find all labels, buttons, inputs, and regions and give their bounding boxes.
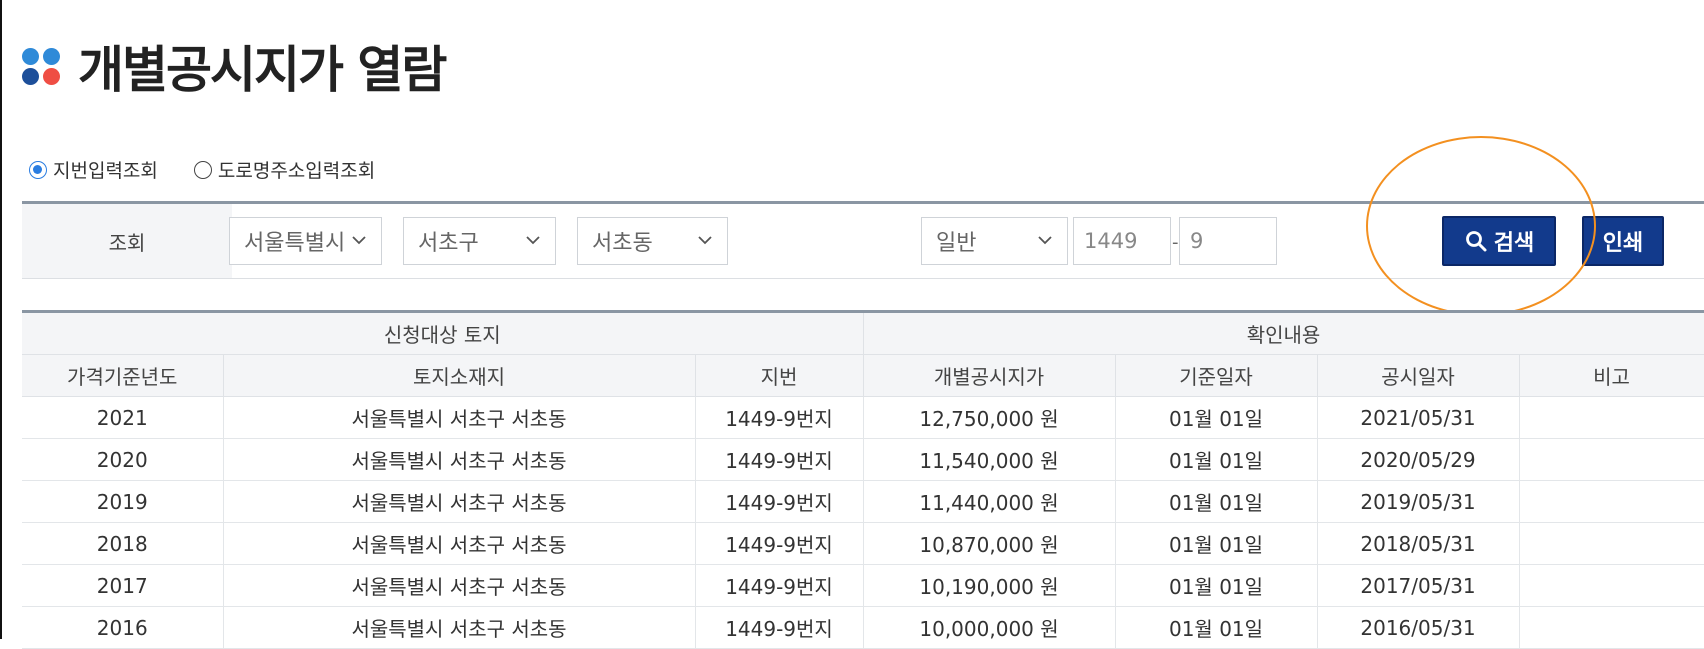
table-cell: 10,000,000 원 [862, 606, 1116, 649]
table-cell: 서울특별시 서초구 서초동 [222, 438, 696, 481]
dong-select-value: 서초동 [592, 231, 653, 256]
table-cell [1518, 396, 1704, 439]
table-cell: 2017/05/31 [1316, 564, 1520, 607]
dong-select[interactable]: 서초동 [577, 217, 728, 265]
table-cell: 10,190,000 원 [862, 564, 1116, 607]
radio-label: 지번입력조회 [53, 160, 158, 182]
district-select-value: 서초구 [418, 231, 479, 256]
search-button[interactable]: 검색 [1442, 216, 1556, 266]
column-header: 지번 [694, 354, 864, 397]
table-row: 2020 서울특별시 서초구 서초동 1449-9번지 11,540,000 원… [22, 438, 1704, 481]
table-cell: 12,750,000 원 [862, 396, 1116, 439]
table-cell: 2016/05/31 [1316, 606, 1520, 649]
table-cell [1518, 438, 1704, 481]
table-cell: 1449-9번지 [694, 606, 864, 649]
table-cell: 2020 [22, 438, 224, 481]
table-row: 2019 서울특별시 서초구 서초동 1449-9번지 11,440,000 원… [22, 480, 1704, 523]
table-cell: 2021 [22, 396, 224, 439]
table-cell [1518, 480, 1704, 523]
chevron-down-icon [526, 236, 540, 245]
table-cell: 2018/05/31 [1316, 522, 1520, 565]
window-edge [0, 0, 2, 639]
page-title: 개별공시지가 열람 [78, 41, 447, 99]
table-row: 2017 서울특별시 서초구 서초동 1449-9번지 10,190,000 원… [22, 564, 1704, 607]
table-cell: 1449-9번지 [694, 564, 864, 607]
chevron-down-icon [352, 236, 366, 245]
table-cell: 2016 [22, 606, 224, 649]
column-header: 비고 [1518, 354, 1704, 397]
group-header-confirmation: 확인내용 [863, 311, 1704, 355]
table-cell: 11,540,000 원 [862, 438, 1116, 481]
city-select[interactable]: 서울특별시 [229, 217, 382, 265]
search-label: 조회 [22, 204, 232, 278]
table-row: 2018 서울특별시 서초구 서초동 1449-9번지 10,870,000 원… [22, 522, 1704, 565]
table-cell: 2020/05/29 [1316, 438, 1520, 481]
table-cell [1518, 606, 1704, 649]
table-cell: 서울특별시 서초구 서초동 [222, 396, 696, 439]
table-cell: 2017 [22, 564, 224, 607]
title-dots-icon [22, 46, 62, 86]
table-cell [1518, 564, 1704, 607]
table-cell: 01월 01일 [1114, 438, 1318, 481]
column-header: 기준일자 [1114, 354, 1318, 397]
table-header-row: 가격기준년도 토지소재지 지번 개별공시지가 기준일자 공시일자 비고 [22, 354, 1704, 397]
lot-type-select-value: 일반 [936, 231, 977, 256]
lot-type-select[interactable]: 일반 [921, 217, 1068, 265]
radio-label: 도로명주소입력조회 [217, 160, 376, 182]
table-group-header-row: 신청대상 토지 확인내용 [22, 311, 1704, 355]
table-cell: 1449-9번지 [694, 438, 864, 481]
chevron-down-icon [698, 236, 712, 245]
table-cell: 01월 01일 [1114, 564, 1318, 607]
search-type-radio-group: 지번입력조회 도로명주소입력조회 [29, 156, 411, 183]
search-form: 조회 서울특별시 서초구 서초동 일반 1449 - 9 검색 인쇄 [22, 201, 1704, 279]
chevron-down-icon [1038, 236, 1052, 245]
column-header: 가격기준년도 [22, 354, 224, 397]
search-icon [1465, 231, 1487, 252]
group-header-target-land: 신청대상 토지 [22, 311, 864, 355]
page-header: 개별공시지가 열람 [22, 36, 447, 99]
radio-road-address-search[interactable]: 도로명주소입력조회 [193, 156, 376, 183]
table-cell: 1449-9번지 [694, 522, 864, 565]
table-cell: 서울특별시 서초구 서초동 [222, 522, 696, 565]
number-separator: - [1172, 232, 1179, 253]
price-table: 신청대상 토지 확인내용 가격기준년도 토지소재지 지번 개별공시지가 기준일자… [22, 310, 1704, 649]
table-cell: 1449-9번지 [694, 480, 864, 523]
district-select[interactable]: 서초구 [403, 217, 556, 265]
column-header: 공시일자 [1316, 354, 1520, 397]
search-button-label: 검색 [1493, 231, 1535, 256]
radio-selected-icon[interactable] [29, 160, 47, 179]
table-cell: 01월 01일 [1114, 522, 1318, 565]
column-header: 개별공시지가 [862, 354, 1116, 397]
radio-lot-number-search[interactable]: 지번입력조회 [29, 156, 158, 183]
table-cell: 10,870,000 원 [862, 522, 1116, 565]
table-cell: 01월 01일 [1114, 606, 1318, 649]
table-row: 2021 서울특별시 서초구 서초동 1449-9번지 12,750,000 원… [22, 396, 1704, 439]
table-cell: 서울특별시 서초구 서초동 [222, 480, 696, 523]
print-button-label: 인쇄 [1602, 231, 1644, 256]
table-cell: 서울특별시 서초구 서초동 [222, 606, 696, 649]
table-cell: 2021/05/31 [1316, 396, 1520, 439]
city-select-value: 서울특별시 [244, 231, 346, 256]
main-number-input[interactable]: 1449 [1073, 217, 1171, 265]
table-cell: 2019/05/31 [1316, 480, 1520, 523]
table-cell: 01월 01일 [1114, 480, 1318, 523]
table-cell: 01월 01일 [1114, 396, 1318, 439]
table-cell: 2018 [22, 522, 224, 565]
table-row: 2016 서울특별시 서초구 서초동 1449-9번지 10,000,000 원… [22, 606, 1704, 649]
sub-number-input[interactable]: 9 [1179, 217, 1277, 265]
table-cell: 2019 [22, 480, 224, 523]
table-cell: 11,440,000 원 [862, 480, 1116, 523]
radio-unselected-icon[interactable] [193, 160, 212, 179]
table-cell [1518, 522, 1704, 565]
table-cell: 서울특별시 서초구 서초동 [222, 564, 696, 607]
column-header: 토지소재지 [222, 354, 696, 397]
print-button[interactable]: 인쇄 [1582, 216, 1664, 266]
table-cell: 1449-9번지 [694, 396, 864, 439]
